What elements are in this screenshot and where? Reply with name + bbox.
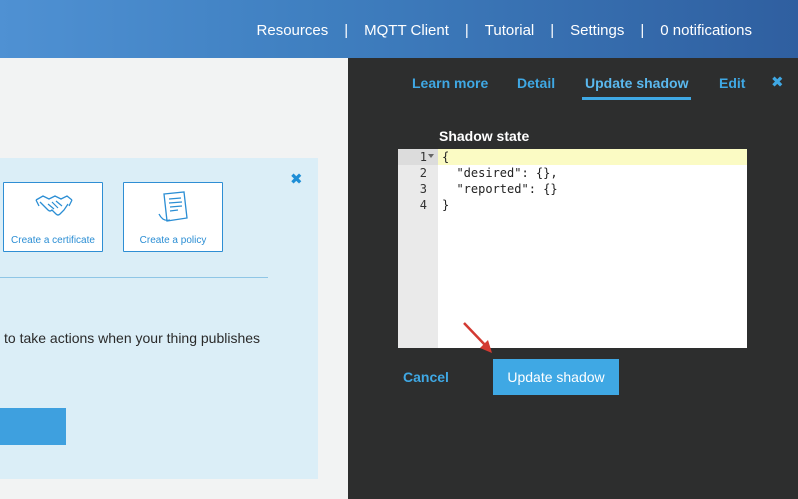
- top-nav: Resources | MQTT Client | Tutorial | Set…: [257, 22, 752, 39]
- nav-tutorial[interactable]: Tutorial: [485, 22, 534, 39]
- nav-separator: |: [344, 22, 349, 39]
- code-line: }: [442, 198, 450, 212]
- nav-settings[interactable]: Settings: [570, 22, 624, 39]
- shadow-json-editor[interactable]: 1 2 3 4 { "desired": {}, "reported": {} …: [398, 149, 747, 348]
- create-policy-card[interactable]: Create a policy: [123, 182, 223, 252]
- nav-notifications[interactable]: 0 notifications: [660, 22, 752, 39]
- line-number: 3: [419, 182, 427, 196]
- nav-separator: |: [550, 22, 555, 39]
- fold-arrow-icon[interactable]: [428, 154, 434, 158]
- create-certificate-card[interactable]: Create a certificate: [3, 182, 103, 252]
- main-content: ✖ Create a certificate Create a policy t…: [0, 58, 348, 499]
- red-arrow-icon: [463, 322, 492, 353]
- handshake-icon: [35, 195, 73, 216]
- card-label: Create a policy: [139, 235, 207, 246]
- active-line-highlight: [438, 149, 747, 165]
- line-number: 4: [419, 198, 427, 212]
- tab-learn-more[interactable]: Learn more: [412, 75, 488, 91]
- document-icon: [158, 191, 188, 222]
- nav-separator: |: [464, 22, 469, 39]
- shadow-drawer: Learn more Detail Update shadow Edit ✖ S…: [348, 58, 798, 499]
- code-line: "desired": {},: [442, 166, 558, 180]
- close-icon[interactable]: ✖: [290, 170, 303, 188]
- line-number: 2: [419, 166, 427, 180]
- section-title: Shadow state: [439, 128, 530, 144]
- tab-update-shadow[interactable]: Update shadow: [581, 75, 692, 100]
- cancel-button[interactable]: Cancel: [403, 369, 449, 385]
- nav-mqtt-client[interactable]: MQTT Client: [364, 22, 449, 39]
- code-line: "reported": {}: [442, 182, 558, 196]
- update-shadow-button[interactable]: Update shadow: [493, 359, 619, 395]
- panel-action-button[interactable]: [0, 408, 66, 445]
- top-navigation-bar: Resources | MQTT Client | Tutorial | Set…: [0, 0, 798, 58]
- tab-detail[interactable]: Detail: [517, 75, 555, 91]
- code-line: {: [442, 150, 450, 164]
- nav-separator: |: [640, 22, 645, 39]
- panel-description: to take actions when your thing publishe…: [4, 330, 261, 346]
- info-panel: ✖ Create a certificate Create a policy t…: [0, 158, 318, 479]
- close-icon[interactable]: ✖: [771, 73, 784, 91]
- line-number: 1: [419, 150, 427, 164]
- tab-edit[interactable]: Edit: [719, 75, 745, 91]
- card-label: Create a certificate: [11, 235, 95, 246]
- panel-divider: [0, 277, 268, 278]
- nav-resources[interactable]: Resources: [257, 22, 329, 39]
